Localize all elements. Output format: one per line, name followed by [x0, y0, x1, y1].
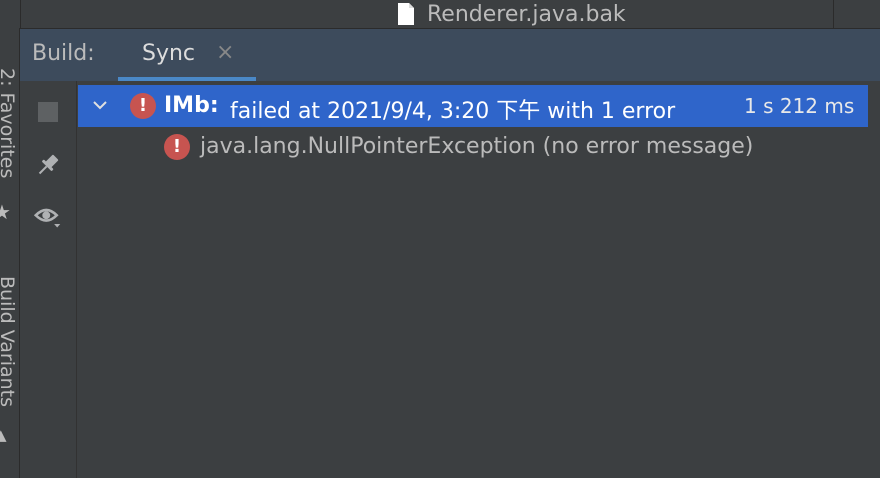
build-toolbar [20, 81, 77, 478]
panel-divider [833, 0, 834, 28]
eye-icon [34, 208, 61, 228]
favorites-tab[interactable]: 2: Favorites [0, 68, 18, 178]
build-variants-icon: ▲ [0, 426, 7, 444]
build-label: Build: [32, 41, 95, 66]
build-variants-tab[interactable]: Build Variants [0, 276, 18, 407]
tree-row-error[interactable]: ! java.lang.NullPointerException (no err… [78, 126, 868, 168]
view-options-button[interactable] [34, 203, 62, 231]
error-message: java.lang.NullPointerException (no error… [200, 134, 754, 159]
stop-icon [38, 102, 58, 122]
chevron-down-icon[interactable] [90, 95, 110, 115]
pin-icon [38, 154, 59, 175]
task-name: IMb: [164, 93, 219, 118]
pin-button[interactable] [34, 151, 62, 179]
file-icon [397, 2, 415, 26]
error-icon: ! [130, 93, 156, 119]
build-output-tree: ! IMb: failed at 2021/9/4, 3:20 下午 with … [78, 81, 880, 478]
left-gutter [0, 0, 21, 28]
stop-button[interactable] [34, 98, 62, 126]
tab-close-icon[interactable]: × [216, 42, 234, 64]
tab-sync[interactable]: Sync × [118, 29, 256, 82]
task-duration: 1 s 212 ms [744, 94, 855, 118]
project-tree-strip: Renderer.java.bak [0, 0, 880, 28]
task-status-message: failed at 2021/9/4, 3:20 下午 with 1 error [230, 99, 676, 124]
side-tool-strip: 2: Favorites ★ Build Variants ▲ [0, 28, 20, 478]
tab-sync-label: Sync [142, 41, 196, 66]
file-tree-item[interactable]: Renderer.java.bak [397, 0, 626, 28]
tree-row-root[interactable]: ! IMb: failed at 2021/9/4, 3:20 下午 with … [78, 85, 868, 127]
file-name: Renderer.java.bak [427, 1, 626, 27]
error-icon: ! [164, 134, 190, 160]
build-header: Build: Sync × [20, 28, 880, 82]
star-icon: ★ [0, 200, 11, 224]
